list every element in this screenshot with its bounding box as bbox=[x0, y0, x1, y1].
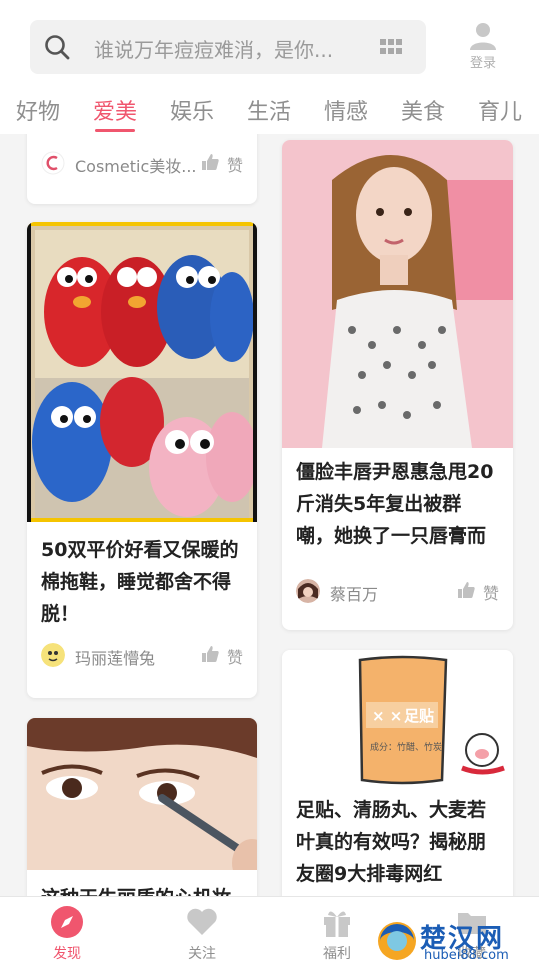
article-card-patch[interactable]: × × 足贴 成分：竹醋、竹炭 足贴、清肠丸、大麦若叶真的有效吗？揭秘朋友圈9大… bbox=[282, 650, 513, 896]
watermark-globe-icon bbox=[378, 922, 416, 960]
tab-meishi[interactable]: 美食 bbox=[401, 94, 445, 126]
card-meta: Cosmetic美妆... 赞 bbox=[41, 148, 243, 178]
compass-icon bbox=[51, 906, 83, 938]
gift-icon bbox=[324, 911, 350, 937]
nav-follow[interactable]: 关注 bbox=[167, 905, 237, 963]
tab-yuer[interactable]: 育儿 bbox=[478, 94, 522, 126]
article-card-slippers[interactable]: 50双平价好看又保暖的棉拖鞋，睡觉都舍不得脱！ 玛丽莲懵兔 赞 bbox=[27, 222, 257, 698]
tab-shenghuo[interactable]: 生活 bbox=[247, 94, 291, 126]
top-bar: 谁说万年痘痘难消，是你... 登录 bbox=[0, 0, 539, 86]
search-bar[interactable]: 谁说万年痘痘难消，是你... bbox=[30, 20, 426, 74]
login-button[interactable]: 登录 bbox=[460, 20, 506, 71]
tab-qinggan[interactable]: 情感 bbox=[324, 94, 368, 126]
like-label[interactable]: 赞 bbox=[227, 644, 243, 668]
card-title[interactable]: 这种天生丽质的心机妆 bbox=[41, 882, 243, 896]
author-avatar bbox=[296, 579, 320, 603]
active-tab-underline bbox=[95, 129, 136, 132]
like-label[interactable]: 赞 bbox=[227, 152, 243, 176]
article-card-cosmetic[interactable]: Cosmetic美妆... 赞 bbox=[27, 134, 257, 204]
card-meta: 玛丽莲懵兔 赞 bbox=[41, 640, 243, 670]
tab-yule[interactable]: 娱乐 bbox=[170, 94, 214, 126]
author-name[interactable]: Cosmetic美妆... bbox=[75, 153, 195, 177]
author-avatar bbox=[41, 151, 65, 175]
tab-haowu[interactable]: 好物 bbox=[16, 94, 60, 126]
foot-patch-image: × × 足贴 成分：竹醋、竹炭 bbox=[282, 650, 513, 790]
svg-text:× ×: × × bbox=[372, 707, 402, 725]
article-card-makeup[interactable]: 这种天生丽质的心机妆 bbox=[27, 718, 257, 896]
makeup-image bbox=[27, 718, 257, 870]
like-icon[interactable] bbox=[201, 153, 219, 171]
like-label[interactable]: 赞 bbox=[483, 580, 499, 604]
card-title[interactable]: 50双平价好看又保暖的棉拖鞋，睡觉都舍不得脱！ bbox=[41, 534, 243, 630]
package-text: 足贴 bbox=[404, 707, 434, 725]
search-icon bbox=[45, 35, 70, 60]
nav-welfare[interactable]: 福利 bbox=[302, 905, 372, 963]
watermark-url: hubei88.com bbox=[424, 948, 509, 963]
celebrity-image bbox=[282, 140, 513, 448]
search-placeholder: 谁说万年痘痘难消，是你... bbox=[94, 38, 334, 62]
card-title[interactable]: 足贴、清肠丸、大麦若叶真的有效吗？揭秘朋友圈9大排毒网红 bbox=[296, 794, 499, 890]
author-avatar bbox=[41, 643, 65, 667]
author-name[interactable]: 蔡百万 bbox=[330, 581, 450, 605]
card-meta: 蔡百万 赞 bbox=[296, 576, 499, 606]
tab-aimei-label: 爱美 bbox=[93, 100, 138, 125]
slippers-image bbox=[27, 222, 257, 522]
nav-discover-label: 发现 bbox=[53, 946, 81, 962]
feed[interactable]: Cosmetic美妆... 赞 50双平价好看又保暖的棉拖鞋，睡觉都舍不得脱！ … bbox=[0, 134, 539, 896]
nav-welfare-label: 福利 bbox=[323, 946, 351, 962]
watermark-logo: 楚汉网 hubei88.com bbox=[376, 918, 536, 966]
category-tabs: 好物 爱美 娱乐 生活 情感 美食 育儿 bbox=[0, 86, 539, 134]
like-icon[interactable] bbox=[457, 581, 475, 599]
package-subtext: 成分：竹醋、竹炭 bbox=[370, 741, 442, 753]
user-icon bbox=[470, 23, 496, 50]
author-name[interactable]: 玛丽莲懵兔 bbox=[75, 645, 195, 669]
tab-aimei[interactable]: 爱美 bbox=[93, 94, 138, 132]
like-icon[interactable] bbox=[201, 645, 219, 663]
heart-icon bbox=[187, 908, 217, 935]
article-card-celebrity[interactable]: 僵脸丰唇尹恩惠急甩20斤消失5年复出被群嘲，她换了一只唇膏而 蔡百万 赞 bbox=[282, 140, 513, 630]
nav-discover[interactable]: 发现 bbox=[32, 905, 102, 963]
nav-follow-label: 关注 bbox=[188, 946, 216, 962]
category-grid-icon[interactable] bbox=[380, 39, 402, 55]
card-title[interactable]: 僵脸丰唇尹恩惠急甩20斤消失5年复出被群嘲，她换了一只唇膏而 bbox=[296, 456, 499, 552]
login-label: 登录 bbox=[469, 56, 496, 71]
